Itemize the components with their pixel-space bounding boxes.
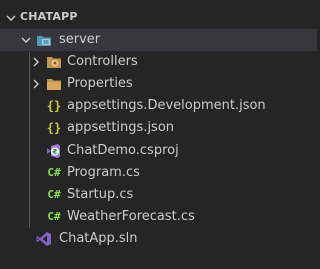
tree-item-label: Controllers bbox=[67, 54, 138, 69]
folder-server-icon bbox=[37, 36, 51, 46]
visual-studio-solution-icon bbox=[36, 232, 51, 246]
tree-item-label: ChatDemo.csproj bbox=[67, 143, 179, 158]
project-title: CHATAPP bbox=[20, 10, 78, 23]
folder-controllers-icon bbox=[47, 57, 61, 68]
tree-item-controllers[interactable]: Controllers bbox=[0, 51, 317, 73]
tree-item-label: Program.cs bbox=[67, 165, 140, 180]
chevron-right-icon bbox=[33, 79, 39, 89]
tree-item-server[interactable]: server bbox=[0, 29, 317, 51]
tree-item-program-cs[interactable]: C# Program.cs bbox=[0, 162, 317, 184]
tree-item-label: appsettings.Development.json bbox=[67, 98, 266, 113]
tree-item-label: Startup.cs bbox=[67, 187, 134, 202]
json-icon: {} bbox=[46, 121, 62, 135]
svg-text:C#: C# bbox=[51, 149, 58, 155]
csharp-icon: C# bbox=[47, 166, 61, 179]
tree-item-weatherforecast-cs[interactable]: C# WeatherForecast.cs bbox=[0, 206, 317, 228]
tree-item-chatapp-sln[interactable]: ChatApp.sln bbox=[0, 228, 317, 250]
tree-item-label: server bbox=[59, 32, 101, 47]
tree-item-label: WeatherForecast.cs bbox=[67, 209, 195, 224]
tree-item-properties[interactable]: Properties bbox=[0, 73, 317, 95]
tree-item-label: ChatApp.sln bbox=[59, 231, 138, 246]
chevron-right-icon bbox=[33, 57, 39, 67]
tree-item-label: appsettings.json bbox=[67, 120, 175, 135]
tree-item-label: Properties bbox=[67, 76, 133, 91]
csharp-icon: C# bbox=[47, 210, 61, 223]
csproj-icon: C# bbox=[47, 144, 60, 158]
tree-item-startup-cs[interactable]: C# Startup.cs bbox=[0, 184, 317, 206]
folder-icon bbox=[47, 79, 61, 90]
tree-item-chatdemo-csproj[interactable]: C# ChatDemo.csproj bbox=[0, 140, 317, 162]
tree-item-appsettings-development-json[interactable]: {} appsettings.Development.json bbox=[0, 95, 317, 117]
json-icon: {} bbox=[46, 99, 62, 113]
chevron-down-icon bbox=[21, 37, 31, 43]
explorer-project-header[interactable]: CHATAPP bbox=[0, 9, 317, 27]
csharp-icon: C# bbox=[47, 188, 61, 201]
tree-item-appsettings-json[interactable]: {} appsettings.json bbox=[0, 117, 317, 139]
chevron-down-icon bbox=[6, 15, 16, 21]
